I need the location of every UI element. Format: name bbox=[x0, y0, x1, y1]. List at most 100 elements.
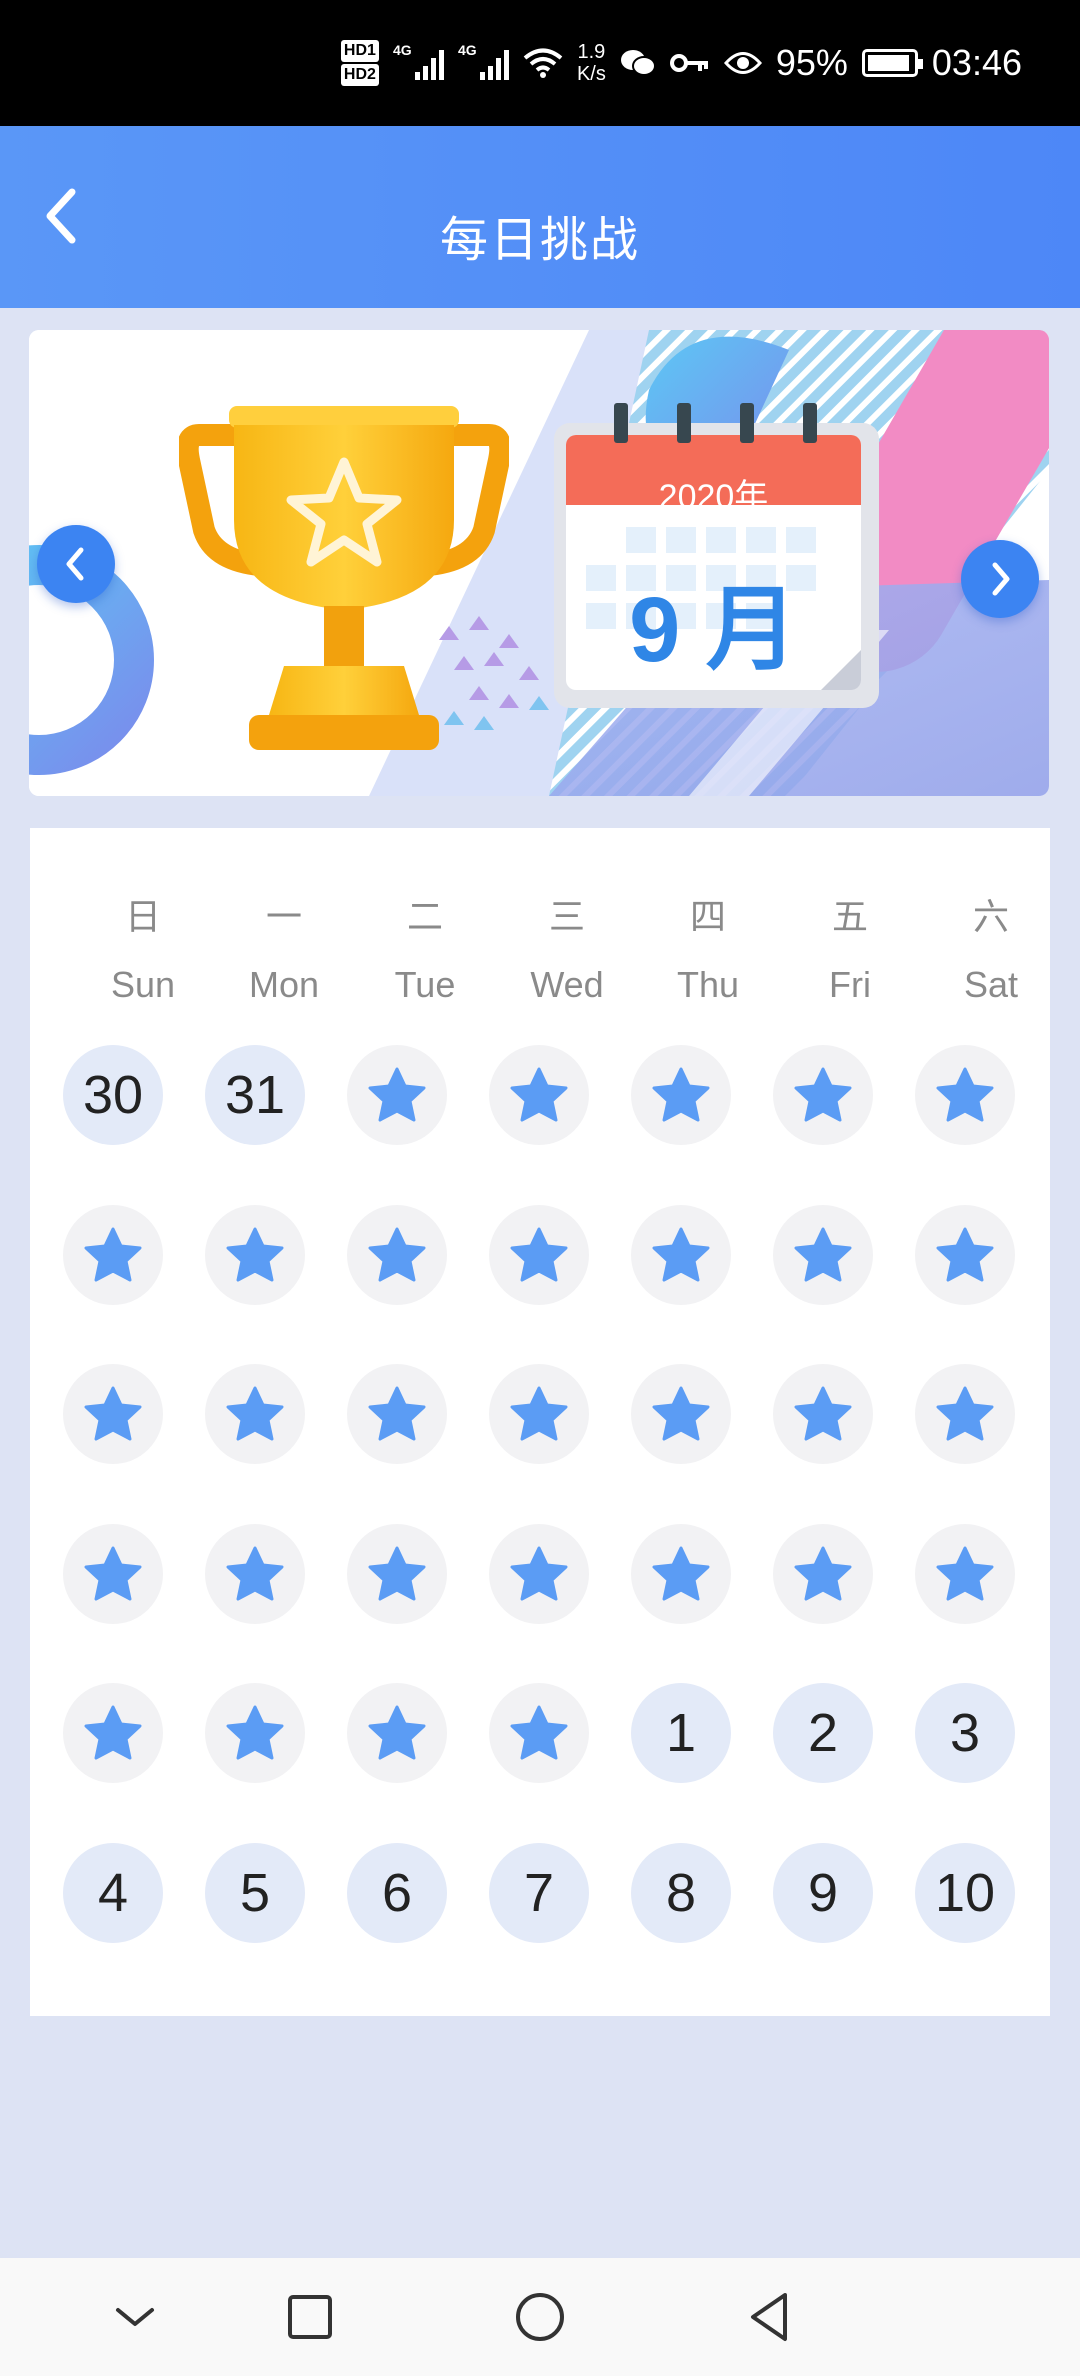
hd-indicator: HD1 HD2 bbox=[340, 39, 379, 87]
day-cell-completed[interactable] bbox=[773, 1364, 873, 1464]
star-icon bbox=[794, 1386, 852, 1441]
day-cell-completed[interactable] bbox=[631, 1045, 731, 1145]
day-cell[interactable]: 8 bbox=[631, 1843, 731, 1943]
day-cell[interactable]: 2 bbox=[773, 1683, 873, 1783]
day-cell-completed[interactable] bbox=[205, 1205, 305, 1305]
challenge-banner: 2020年 9 月 bbox=[29, 330, 1049, 796]
page-title: 每日挑战 bbox=[439, 214, 640, 267]
chevron-right-icon bbox=[992, 562, 1010, 596]
day-cell-completed[interactable] bbox=[489, 1364, 589, 1464]
star-icon bbox=[510, 1386, 568, 1441]
eye-icon bbox=[723, 52, 762, 74]
star-icon bbox=[84, 1386, 142, 1441]
signal-1-icon: 4G bbox=[393, 42, 444, 80]
day-cell-completed[interactable] bbox=[773, 1205, 873, 1305]
day-cell-completed[interactable] bbox=[631, 1524, 731, 1624]
day-number: 4 bbox=[97, 1863, 129, 1923]
star-icon bbox=[936, 1386, 994, 1441]
day-cell-completed[interactable] bbox=[347, 1524, 447, 1624]
day-cell-completed[interactable] bbox=[63, 1524, 163, 1624]
weekday-en-label: Tue bbox=[394, 964, 456, 1005]
speed-unit: K/s bbox=[576, 63, 606, 85]
nav-recents-button[interactable] bbox=[275, 2282, 345, 2352]
day-cell-completed[interactable] bbox=[63, 1205, 163, 1305]
network-1-label: 4G bbox=[392, 42, 412, 58]
star-icon bbox=[84, 1227, 142, 1282]
weekday-cn-label: 六 bbox=[972, 896, 1009, 937]
day-cell-completed[interactable] bbox=[489, 1524, 589, 1624]
day-cell-completed[interactable] bbox=[915, 1045, 1015, 1145]
status-icons: HD1 HD2 4G 4G 1.9 K/s 95% 03:46 bbox=[340, 0, 1022, 126]
day-cell-completed[interactable] bbox=[347, 1045, 447, 1145]
chevron-down-icon bbox=[116, 2308, 154, 2326]
star-icon bbox=[510, 1227, 568, 1282]
day-number: 5 bbox=[239, 1863, 271, 1923]
system-nav-bar bbox=[0, 2258, 1080, 2376]
day-cell-completed[interactable] bbox=[631, 1205, 731, 1305]
day-cell[interactable]: 1 bbox=[631, 1683, 731, 1783]
banner-year: 2020年 bbox=[658, 478, 769, 516]
weekday-en-label: Sat bbox=[963, 964, 1019, 1005]
star-icon bbox=[794, 1067, 852, 1122]
star-icon bbox=[510, 1705, 568, 1760]
battery-icon bbox=[861, 49, 923, 77]
star-icon bbox=[652, 1386, 710, 1441]
day-number: 8 bbox=[665, 1863, 697, 1923]
nav-collapse-button[interactable] bbox=[100, 2282, 170, 2352]
day-number: 31 bbox=[224, 1065, 286, 1125]
star-icon bbox=[936, 1067, 994, 1122]
day-cell-completed[interactable] bbox=[915, 1205, 1015, 1305]
day-cell[interactable]: 5 bbox=[205, 1843, 305, 1943]
weekday-en-label: Wed bbox=[530, 964, 604, 1005]
day-cell[interactable]: 10 bbox=[915, 1843, 1015, 1943]
banner-prev-button[interactable] bbox=[37, 525, 115, 603]
day-cell[interactable]: 9 bbox=[773, 1843, 873, 1943]
day-number: 10 bbox=[934, 1863, 996, 1923]
calendar-grid: 日 一 二 三 四 五 六 Sun Mon Tue Wed Thu Fri Sat 30 31 1 2 3 4 5 6… bbox=[30, 828, 1050, 2016]
day-cell-completed[interactable] bbox=[205, 1683, 305, 1783]
nav-home-button[interactable] bbox=[505, 2282, 575, 2352]
weekday-cn-label: 四 bbox=[689, 896, 726, 937]
weekday-en-label: Thu bbox=[676, 964, 740, 1005]
day-cell-completed[interactable] bbox=[773, 1045, 873, 1145]
weekday-cn-label: 五 bbox=[831, 896, 868, 937]
star-icon bbox=[510, 1067, 568, 1122]
day-cell-completed[interactable] bbox=[63, 1364, 163, 1464]
banner-next-button[interactable] bbox=[961, 540, 1039, 618]
circle-icon bbox=[516, 2293, 564, 2341]
day-number: 1 bbox=[665, 1703, 697, 1763]
day-cell-completed[interactable] bbox=[915, 1364, 1015, 1464]
star-icon bbox=[226, 1546, 284, 1601]
day-cell[interactable]: 4 bbox=[63, 1843, 163, 1943]
chevron-left-icon bbox=[66, 547, 84, 581]
day-cell-completed[interactable] bbox=[205, 1364, 305, 1464]
wifi-icon bbox=[523, 48, 563, 78]
day-cell-completed[interactable] bbox=[773, 1524, 873, 1624]
day-cell-completed[interactable] bbox=[915, 1524, 1015, 1624]
day-cell-completed[interactable] bbox=[347, 1205, 447, 1305]
calendar-graphic: 2020年 9 月 bbox=[554, 403, 879, 708]
day-cell-completed[interactable] bbox=[347, 1683, 447, 1783]
star-icon bbox=[226, 1386, 284, 1441]
day-cell-completed[interactable] bbox=[489, 1045, 589, 1145]
day-cell-completed[interactable] bbox=[489, 1205, 589, 1305]
star-icon bbox=[652, 1067, 710, 1122]
day-cell[interactable]: 31 bbox=[205, 1045, 305, 1145]
day-cell-completed[interactable] bbox=[63, 1683, 163, 1783]
star-icon bbox=[226, 1705, 284, 1760]
weekday-en-label: Fri bbox=[829, 964, 871, 1005]
day-cell[interactable]: 30 bbox=[63, 1045, 163, 1145]
day-cell-completed[interactable] bbox=[205, 1524, 305, 1624]
day-cell-completed[interactable] bbox=[631, 1364, 731, 1464]
day-cell-completed[interactable] bbox=[489, 1683, 589, 1783]
star-icon bbox=[368, 1067, 426, 1122]
star-icon bbox=[84, 1546, 142, 1601]
weekday-cn-label: 日 bbox=[124, 896, 161, 937]
day-cell[interactable]: 3 bbox=[915, 1683, 1015, 1783]
day-cell-completed[interactable] bbox=[347, 1364, 447, 1464]
hd1-label: HD1 bbox=[340, 40, 379, 62]
day-cell[interactable]: 6 bbox=[347, 1843, 447, 1943]
day-cell[interactable]: 7 bbox=[489, 1843, 589, 1943]
nav-back-button[interactable] bbox=[735, 2282, 805, 2352]
network-2-label: 4G bbox=[457, 42, 477, 58]
